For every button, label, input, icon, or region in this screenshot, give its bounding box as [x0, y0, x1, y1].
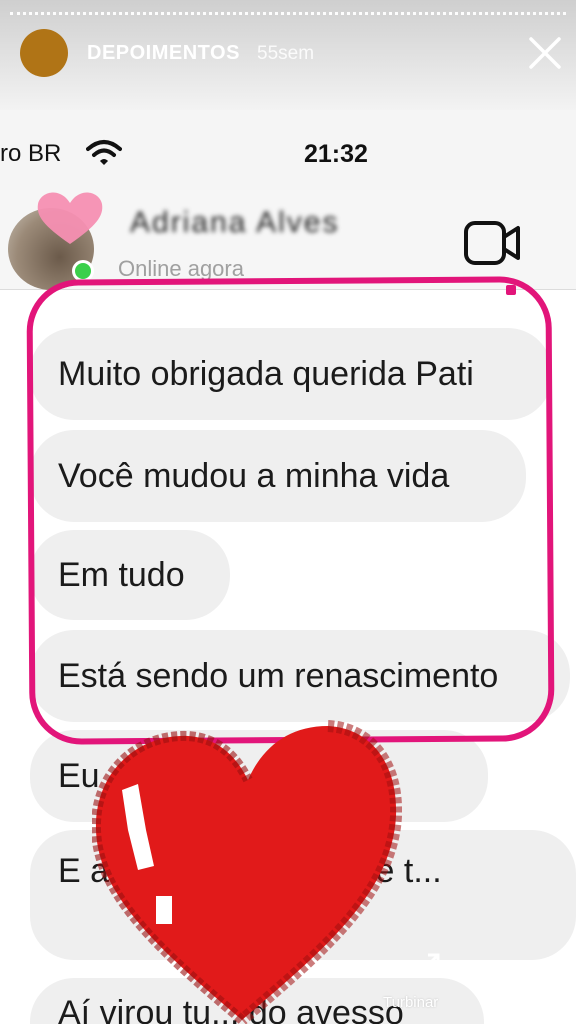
chat-header: Adriana Alves Online agora [0, 190, 576, 290]
contact-name[interactable]: Adriana Alves [130, 206, 339, 240]
story-header: DEPOIMENTOS 55sem [0, 0, 576, 110]
video-call-icon[interactable] [462, 219, 524, 267]
status-clock: 21:32 [304, 140, 368, 168]
story-username[interactable]: DEPOIMENTOS [87, 42, 240, 65]
boost-icon[interactable] [400, 950, 442, 980]
message-bubble[interactable]: Está sendo um renascimento [30, 630, 570, 722]
boost-button-label[interactable]: Turbinar [383, 994, 438, 1011]
carrier-label: ro BR [0, 140, 62, 167]
story-avatar[interactable] [20, 29, 68, 77]
story-progress-bar [10, 12, 566, 15]
phone-status-bar: ro BR 21:32 [0, 110, 576, 190]
story-time-ago: 55sem [257, 43, 315, 64]
wifi-icon [86, 140, 122, 165]
highlight-outline-notch [506, 285, 516, 295]
message-bubble[interactable]: Você mudou a minha vida [30, 430, 526, 522]
contact-status: Online agora [118, 256, 244, 281]
close-icon[interactable] [527, 35, 563, 71]
heart-sticker-icon [37, 192, 103, 244]
heart-sticker-icon [92, 720, 402, 1024]
online-indicator [72, 260, 94, 282]
message-bubble[interactable]: Muito obrigada querida Pati [30, 328, 552, 420]
message-bubble[interactable]: Em tudo [30, 530, 230, 620]
more-options-icon[interactable] [500, 958, 530, 968]
